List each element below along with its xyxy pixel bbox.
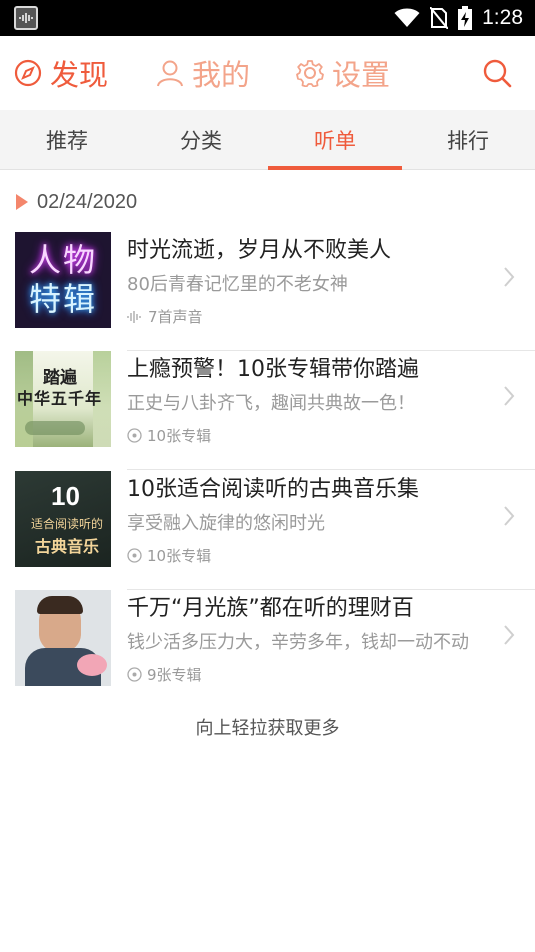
album-thumbnail: 10 适合阅读听的 古典音乐: [15, 471, 111, 567]
item-meta: 9张专辑: [127, 664, 202, 685]
search-icon: [483, 59, 512, 88]
item-meta-text: 7首声音: [148, 308, 203, 326]
item-title: 时光流逝，岁月从不败美人: [127, 238, 392, 263]
compass-icon: [14, 59, 42, 87]
top-nav: 发现 我的 设置: [0, 36, 535, 110]
divider: [127, 469, 535, 470]
thumb-text: 中华五千年: [17, 389, 103, 408]
play-triangle-icon: [16, 194, 28, 210]
battery-charging-icon: [458, 6, 473, 30]
waveform-icon: [127, 310, 141, 323]
status-bar: 1:28: [0, 0, 535, 36]
item-meta: 7首声音: [127, 306, 203, 327]
thumb-text: 适合阅读听的: [31, 517, 104, 531]
list-item[interactable]: 踏遍 中华五千年 上瘾预警！10张专辑带你踏遍 正史与八卦齐飞，趣闻共典故一色！…: [0, 351, 535, 470]
no-sim-icon: [430, 7, 449, 29]
user-icon: [157, 60, 183, 87]
item-meta: 10张专辑: [127, 545, 211, 566]
date-header: 02/24/2020: [16, 190, 137, 214]
list-item[interactable]: 10 适合阅读听的 古典音乐 10张适合阅读听的古典音乐集 享受融入旋律的悠闲时…: [0, 471, 535, 590]
nav-discover[interactable]: 发现: [14, 36, 108, 110]
nav-discover-label: 发现: [50, 60, 109, 92]
item-title: 10张适合阅读听的古典音乐集: [127, 477, 419, 502]
disc-icon: [127, 428, 142, 443]
list-item[interactable]: 千万“月光族”都在听的理财百 钱少活多压力大，辛劳多年，钱却一动不动 9张专辑: [0, 590, 535, 709]
search-button[interactable]: [482, 36, 512, 110]
item-meta-text: 10张专辑: [147, 547, 212, 565]
album-thumbnail: 踏遍 中华五千年: [15, 351, 111, 447]
album-thumbnail: 人物 特辑: [15, 232, 111, 328]
wifi-icon: [394, 8, 420, 27]
item-title: 千万“月光族”都在听的理财百: [127, 596, 414, 621]
thumb-text: 古典音乐: [35, 537, 100, 556]
list-item[interactable]: 人物 特辑 时光流逝，岁月从不败美人 80后青春记忆里的不老女神 7首声音: [0, 232, 535, 351]
nav-settings-label: 设置: [332, 60, 391, 92]
gear-icon: [296, 60, 324, 87]
thumb-text: 人物: [28, 241, 97, 279]
tab-recommend[interactable]: 推荐: [0, 110, 134, 170]
nav-mine-label: 我的: [192, 60, 251, 92]
date-label: 02/24/2020: [37, 190, 138, 213]
app-icon: [14, 6, 38, 30]
chevron-right-icon: [504, 386, 515, 406]
load-more-hint: 向上轻拉获取更多: [195, 718, 340, 739]
item-title: 上瘾预警！10张专辑带你踏遍: [127, 357, 419, 382]
item-subtitle: 80后青春记忆里的不老女神: [127, 274, 348, 295]
thumb-text: 10: [51, 481, 80, 511]
tab-ranking[interactable]: 排行: [401, 110, 535, 170]
album-thumbnail: [15, 590, 111, 686]
nav-mine[interactable]: 我的: [156, 36, 250, 110]
chevron-right-icon: [504, 506, 515, 526]
thumb-text: 特辑: [28, 280, 97, 318]
status-time: 1:28: [482, 6, 523, 29]
tab-category[interactable]: 分类: [134, 110, 268, 170]
nav-settings[interactable]: 设置: [296, 36, 390, 110]
item-subtitle: 享受融入旋律的悠闲时光: [127, 513, 325, 534]
item-meta-text: 10张专辑: [147, 427, 212, 445]
chevron-right-icon: [504, 625, 515, 645]
tab-playlist[interactable]: 听单: [268, 110, 402, 170]
disc-icon: [127, 548, 142, 563]
item-meta: 10张专辑: [127, 425, 211, 446]
item-meta-text: 9张专辑: [147, 666, 202, 684]
item-subtitle: 钱少活多压力大，辛劳多年，钱却一动不动: [127, 632, 469, 653]
item-subtitle: 正史与八卦齐飞，趣闻共典故一色！: [127, 393, 415, 414]
disc-icon: [127, 667, 142, 682]
tab-bar: 推荐 分类 听单 排行: [0, 110, 535, 170]
chevron-right-icon: [504, 267, 515, 287]
